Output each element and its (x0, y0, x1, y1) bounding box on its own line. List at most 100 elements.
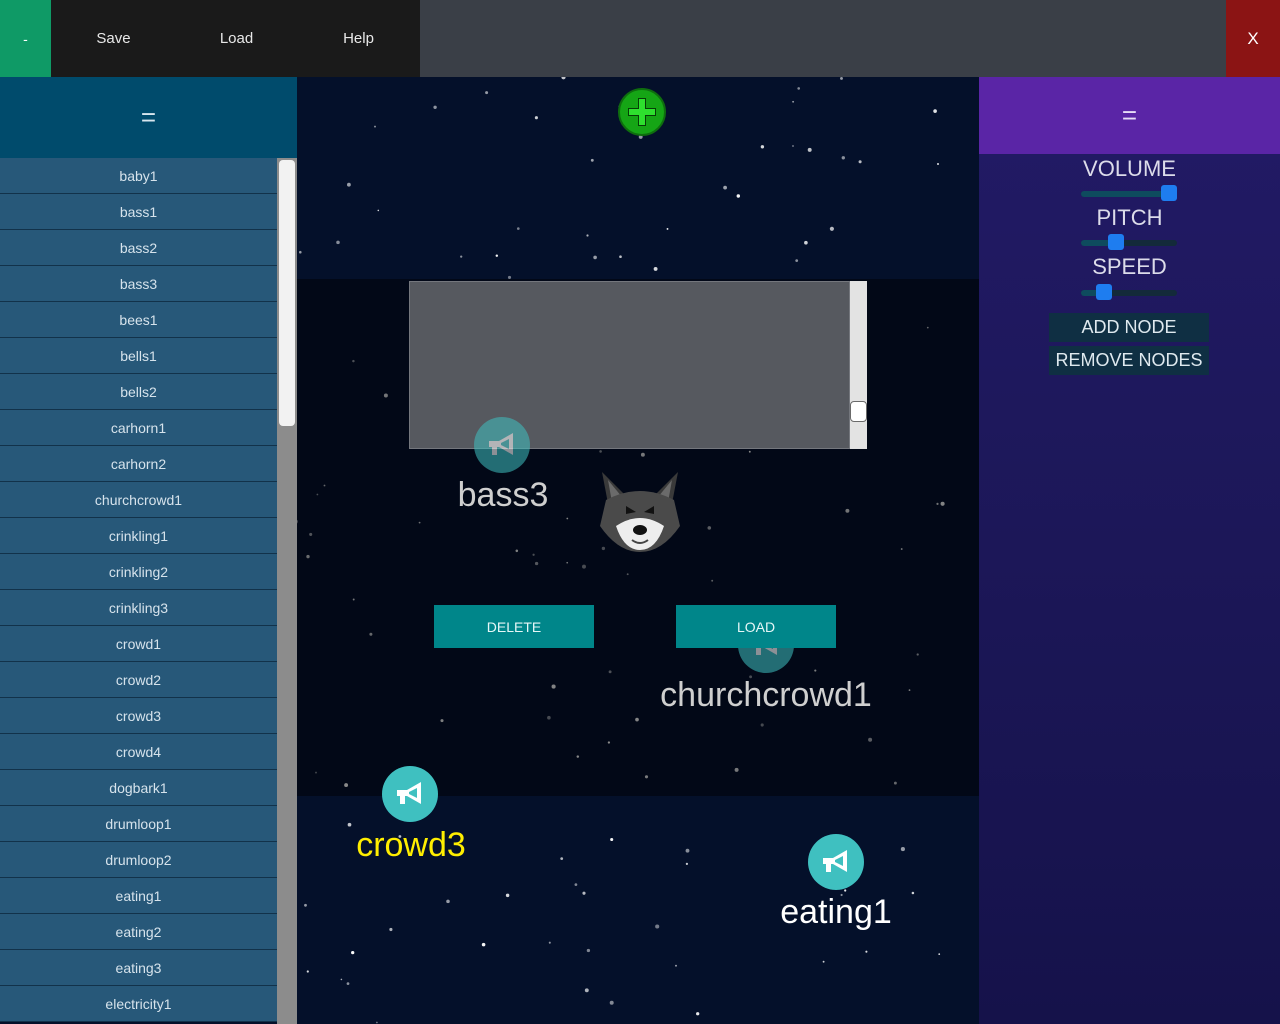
star (760, 145, 765, 149)
star (933, 109, 937, 113)
pitch-slider[interactable] (1081, 234, 1177, 250)
star (792, 100, 795, 103)
star (858, 160, 862, 164)
star (723, 185, 727, 190)
star (792, 145, 794, 147)
minimize-button[interactable]: - (0, 0, 51, 77)
sound-list-scrollbar-thumb[interactable] (279, 160, 295, 426)
star (829, 226, 834, 231)
sound-list: baby1 bass1 bass2 bass3 bees1 bells1 bells2 car… (0, 158, 277, 1024)
plus-icon (628, 98, 656, 126)
star (937, 163, 939, 165)
add-button[interactable] (618, 88, 666, 136)
star (336, 240, 340, 245)
add-node-button[interactable]: ADD NODE (1049, 313, 1209, 342)
star (807, 147, 812, 152)
star (351, 950, 355, 955)
sound-list-item[interactable]: churchcrowd1 (0, 482, 277, 518)
star (374, 125, 376, 128)
star (304, 903, 307, 907)
star (865, 950, 868, 953)
sound-list-item[interactable]: bells1 (0, 338, 277, 374)
star (340, 978, 343, 981)
file-list-box[interactable] (409, 281, 850, 449)
sound-list-item[interactable]: bells2 (0, 374, 277, 410)
speed-label: SPEED (1092, 254, 1167, 279)
speed-slider[interactable] (1081, 284, 1177, 300)
star (347, 822, 352, 827)
star (804, 240, 808, 245)
star (586, 234, 589, 237)
volume-label: VOLUME (1083, 156, 1176, 181)
help-menu-item[interactable]: Help (297, 0, 420, 77)
sound-list-item[interactable]: carhorn1 (0, 410, 277, 446)
star (590, 158, 594, 162)
sound-list-item[interactable]: bass2 (0, 230, 277, 266)
megaphone-icon (382, 766, 438, 822)
node-label: eating1 (780, 893, 892, 931)
star (534, 116, 538, 120)
volume-slider-fill (1081, 191, 1170, 197)
menu-bar: Save Load Help (51, 0, 420, 77)
sound-list-item[interactable]: eating2 (0, 914, 277, 950)
load-menu-item[interactable]: Load (175, 0, 298, 77)
star (822, 960, 825, 963)
sound-list-item[interactable]: crowd4 (0, 734, 277, 770)
sound-list-item[interactable]: crowd1 (0, 626, 277, 662)
load-button[interactable]: LOAD (676, 605, 836, 648)
sound-list-item[interactable]: carhorn2 (0, 446, 277, 482)
star (844, 889, 847, 892)
star (911, 891, 915, 895)
star (306, 970, 309, 973)
star (795, 259, 799, 262)
star (460, 255, 463, 258)
sound-list-drag-handle[interactable]: = (0, 77, 297, 158)
close-button[interactable]: X (1226, 0, 1280, 77)
star (586, 948, 591, 953)
star (377, 209, 380, 212)
sound-list-item[interactable]: dogbark1 (0, 770, 277, 806)
star (736, 194, 741, 198)
file-list-scrollbar[interactable] (850, 281, 867, 449)
sound-list-item[interactable]: eating1 (0, 878, 277, 914)
star (446, 899, 450, 904)
sound-list-item[interactable]: crowd2 (0, 662, 277, 698)
megaphone-icon (808, 834, 864, 890)
star (619, 255, 622, 259)
star (653, 266, 658, 271)
star (938, 953, 941, 955)
star (610, 837, 614, 842)
sound-list-item[interactable]: eating3 (0, 950, 277, 986)
speed-slider-handle[interactable] (1096, 284, 1113, 300)
sound-list-item[interactable]: crinkling2 (0, 554, 277, 590)
sound-list-item[interactable]: crinkling1 (0, 518, 277, 554)
sound-list-item[interactable]: crowd3 (0, 698, 277, 734)
volume-slider[interactable] (1081, 185, 1178, 201)
sound-list-item[interactable]: drumloop2 (0, 842, 277, 878)
sound-list-item[interactable]: drumloop1 (0, 806, 277, 842)
sound-list-item[interactable]: bass3 (0, 266, 277, 302)
delete-button[interactable]: DELETE (434, 605, 594, 648)
star (560, 857, 564, 860)
sound-list-item[interactable]: crinkling3 (0, 590, 277, 626)
star (582, 891, 586, 895)
star (433, 105, 437, 109)
sound-list-item[interactable]: baby1 (0, 158, 277, 194)
sound-list-item[interactable]: bees1 (0, 302, 277, 338)
sound-list-item[interactable]: bass1 (0, 194, 277, 230)
properties-panel-drag-handle[interactable]: = (979, 77, 1280, 154)
volume-slider-handle[interactable] (1161, 185, 1178, 201)
node-label: bass3 (457, 476, 549, 514)
star (900, 847, 905, 852)
star (299, 250, 302, 254)
star (840, 76, 843, 80)
star (516, 227, 520, 230)
save-menu-item[interactable]: Save (52, 0, 175, 77)
pitch-slider-handle[interactable] (1107, 234, 1124, 250)
sound-list-item[interactable]: electricity1 (0, 986, 277, 1022)
node-label: crowd3 (356, 826, 466, 864)
file-list-scrollbar-thumb[interactable] (850, 401, 867, 422)
star (376, 1021, 378, 1024)
remove-nodes-button[interactable]: REMOVE NODES (1049, 346, 1209, 375)
star (666, 227, 669, 230)
